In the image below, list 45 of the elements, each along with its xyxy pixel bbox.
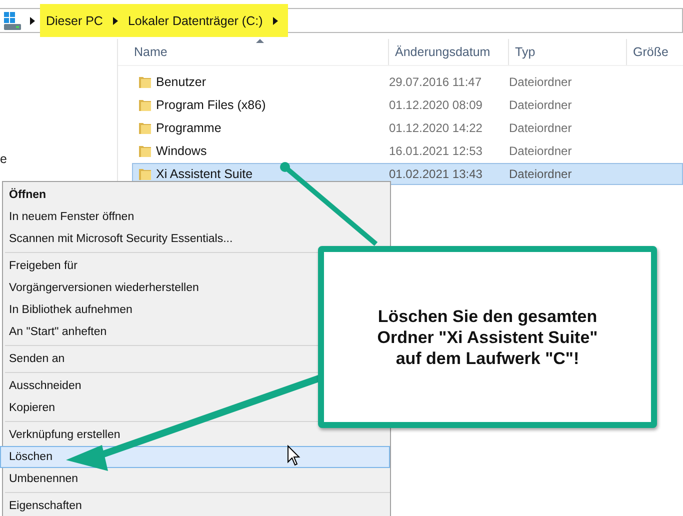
file-type: Dateiordner — [509, 144, 572, 158]
file-date: 01.02.2021 13:43 — [389, 167, 482, 181]
file-date: 29.07.2016 11:47 — [389, 75, 482, 89]
folder-icon — [138, 75, 152, 89]
column-header[interactable]: Name — [118, 39, 389, 65]
folder-icon — [138, 98, 152, 112]
file-date: 16.01.2021 12:53 — [389, 144, 482, 158]
breadcrumb-arrow-icon[interactable] — [30, 16, 35, 24]
file-type: Dateiordner — [509, 98, 572, 112]
file-name: Programme — [156, 121, 222, 135]
menu-item[interactable]: Öffnen — [3, 184, 390, 206]
folder-icon — [138, 121, 152, 135]
column-header[interactable]: Änderungsdatum — [389, 39, 509, 65]
folder-icon — [138, 144, 152, 158]
file-type: Dateiordner — [509, 167, 572, 181]
menu-item[interactable]: Umbenennen — [3, 468, 390, 490]
file-name: Xi Assistent Suite — [156, 167, 253, 181]
drive-icon — [4, 12, 21, 30]
file-name: Program Files (x86) — [156, 98, 266, 112]
folder-icon — [138, 167, 152, 181]
file-type: Dateiordner — [509, 121, 572, 135]
menu-item[interactable]: Scannen mit Microsoft Security Essentials... — [3, 228, 390, 250]
file-row[interactable]: Benutzer 29.07.2016 11:47 Dateiordner — [132, 71, 683, 93]
menu-item[interactable]: Eigenschaften — [3, 495, 390, 516]
mouse-cursor-icon — [288, 444, 300, 466]
menu-item[interactable]: Löschen — [0, 446, 390, 468]
file-name: Windows — [156, 144, 207, 158]
breadcrumb-item[interactable]: Lokaler Datenträger (C:) — [128, 14, 263, 28]
column-header[interactable]: Typ — [509, 39, 627, 65]
menu-item[interactable]: Verknüpfung erstellen — [3, 424, 390, 446]
file-date: 01.12.2020 08:09 — [389, 98, 482, 112]
file-row[interactable]: Xi Assistent Suite 01.02.2021 13:43 Dateiordner — [132, 163, 683, 185]
menu-item[interactable]: In neuem Fenster öffnen — [3, 206, 390, 228]
breadcrumb-arrow-icon[interactable] — [112, 16, 118, 24]
column-header[interactable]: Größe — [627, 39, 683, 65]
sort-arrow-icon — [256, 39, 264, 43]
breadcrumb-arrow-icon[interactable] — [272, 16, 278, 24]
file-row[interactable]: Programme 01.12.2020 14:22 Dateiordner — [132, 117, 683, 139]
file-row[interactable]: Program Files (x86) 01.12.2020 08:09 Dateiordner — [132, 94, 683, 116]
file-type: Dateiordner — [509, 75, 572, 89]
nav-item[interactable]: e — [0, 152, 7, 166]
file-name: Benutzer — [156, 75, 206, 89]
breadcrumb-item[interactable]: Dieser PC — [46, 14, 103, 28]
file-date: 01.12.2020 14:22 — [389, 121, 482, 135]
file-row[interactable]: Windows 16.01.2021 12:53 Dateiordner — [132, 140, 683, 162]
